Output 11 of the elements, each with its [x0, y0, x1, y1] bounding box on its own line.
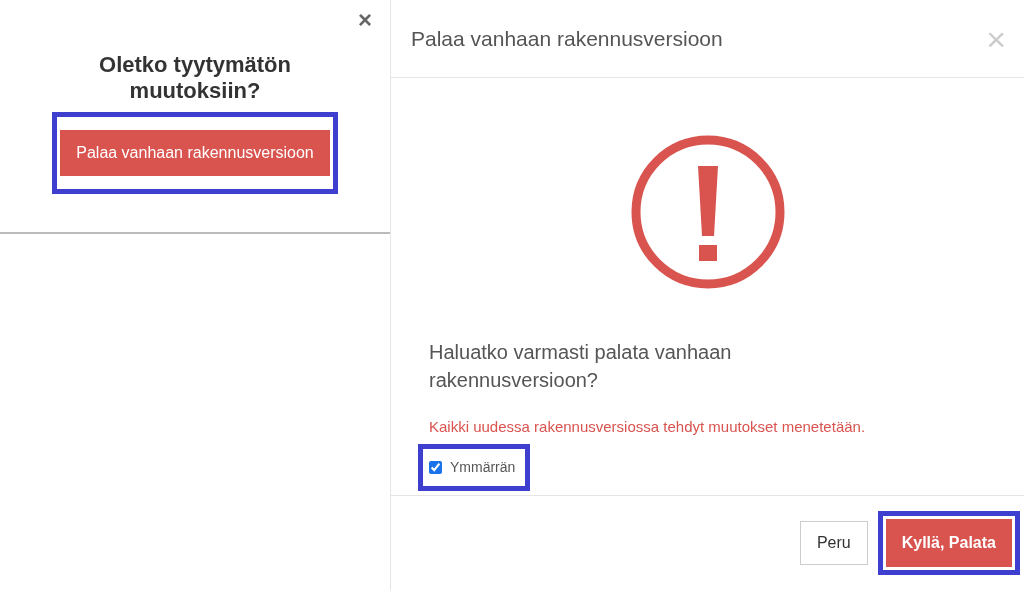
exclamation-icon	[629, 134, 786, 290]
checkbox-label: Ymmärrän	[450, 457, 516, 477]
revert-button[interactable]: Palaa vanhaan rakennusversioon	[60, 130, 330, 176]
confirm-checkbox[interactable]	[429, 460, 442, 474]
confirm-button[interactable]: Kyllä, Palata	[885, 518, 1012, 567]
close-button[interactable]: ×	[358, 8, 372, 32]
dialog-title: Palaa vanhaan rakennusversioon	[411, 25, 723, 52]
cancel-button[interactable]: Peru	[799, 520, 868, 565]
warning-text: Kaikki uudessa rakennusversiossa tehdyt muutokset menetetään.	[429, 417, 867, 437]
prompt-heading: Oletko tyytymätön muutoksiin?	[98, 52, 292, 104]
confirm-question: Haluatko varmasti palata vanhaan rakennusversioon?	[429, 340, 733, 393]
